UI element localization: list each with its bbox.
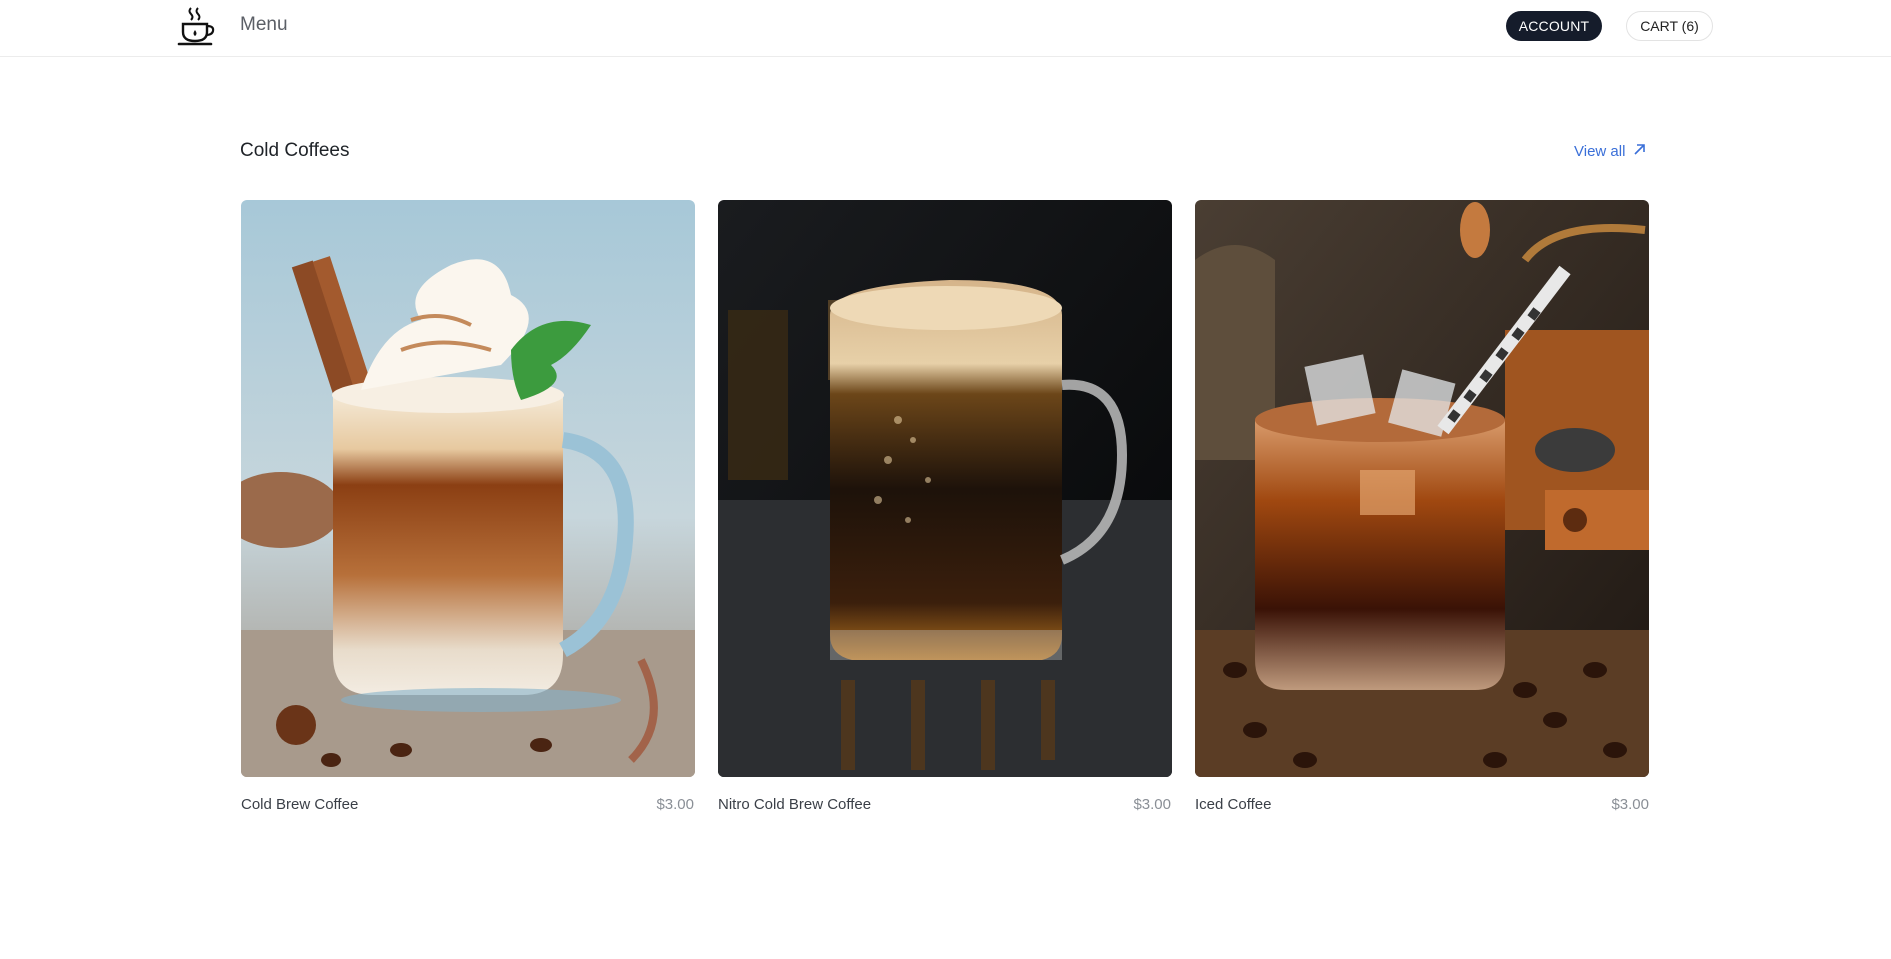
view-all-label: View all bbox=[1574, 143, 1626, 160]
arrow-up-right-icon bbox=[1633, 143, 1646, 160]
menu-link[interactable]: Menu bbox=[240, 14, 288, 36]
product-name[interactable]: Iced Coffee bbox=[1195, 796, 1271, 813]
product-name[interactable]: Nitro Cold Brew Coffee bbox=[718, 796, 871, 813]
view-all-link[interactable]: View all bbox=[1574, 143, 1646, 160]
product-price: $3.00 bbox=[1133, 796, 1171, 813]
product-price: $3.00 bbox=[656, 796, 694, 813]
product-name[interactable]: Cold Brew Coffee bbox=[241, 796, 358, 813]
coffee-cup-icon[interactable] bbox=[177, 6, 217, 48]
product-image-cold-brew[interactable] bbox=[241, 200, 695, 777]
product-image-iced-coffee[interactable] bbox=[1195, 200, 1649, 777]
account-button[interactable]: ACCOUNT bbox=[1506, 11, 1602, 41]
section-title: Cold Coffees bbox=[240, 140, 350, 161]
product-image-nitro-cold-brew[interactable] bbox=[718, 200, 1172, 777]
cart-button[interactable]: CART (6) bbox=[1626, 11, 1713, 41]
product-price: $3.00 bbox=[1611, 796, 1649, 813]
top-nav: Menu ACCOUNT CART (6) bbox=[0, 0, 1891, 57]
